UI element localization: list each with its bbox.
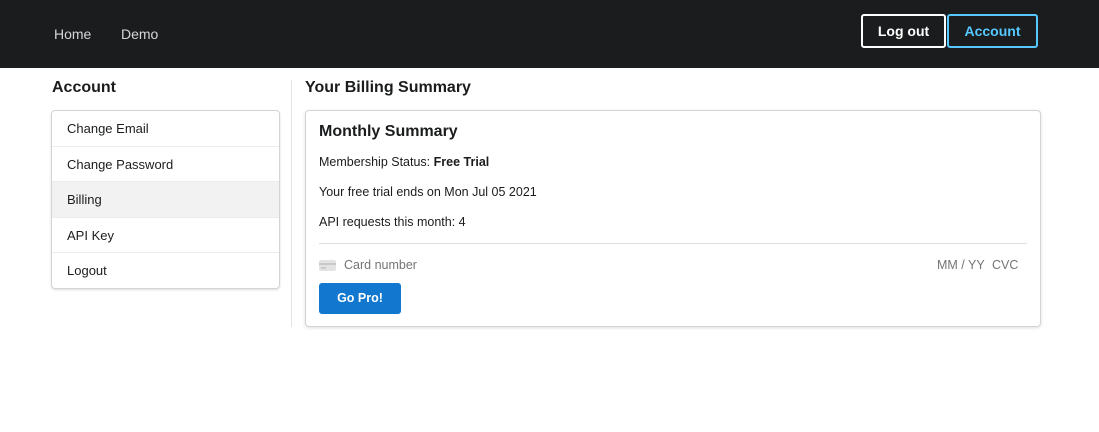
account-button[interactable]: Account bbox=[947, 14, 1038, 48]
top-navbar: Home Demo Log out Account bbox=[0, 0, 1099, 68]
card-number-input[interactable]: Card number bbox=[344, 258, 417, 272]
go-pro-button[interactable]: Go Pro! bbox=[319, 283, 401, 314]
card-payment-field[interactable]: Card number MM / YY CVC bbox=[319, 257, 1027, 275]
menu-item-change-password[interactable]: Change Password bbox=[52, 147, 279, 182]
api-requests: API requests this month: 4 bbox=[319, 215, 466, 229]
nav-demo-link[interactable]: Demo bbox=[121, 26, 158, 42]
sidebar-heading: Account bbox=[52, 79, 116, 96]
nav-home-link[interactable]: Home bbox=[54, 26, 91, 42]
membership-status-value: Free Trial bbox=[433, 155, 490, 169]
membership-status-label: Membership Status: bbox=[319, 155, 431, 169]
menu-item-change-email[interactable]: Change Email bbox=[52, 111, 279, 147]
card-cvc-input[interactable]: CVC bbox=[992, 258, 1018, 272]
logout-button[interactable]: Log out bbox=[861, 14, 946, 48]
trial-end-text: Your free trial ends on Mon Jul 05 2021 bbox=[319, 185, 537, 199]
card-expiry-input[interactable]: MM / YY bbox=[937, 258, 985, 272]
menu-item-logout[interactable]: Logout bbox=[52, 253, 279, 288]
membership-status: Membership Status: Free Trial bbox=[319, 155, 489, 169]
api-requests-value: 4 bbox=[458, 215, 466, 229]
api-requests-label: API requests this month: bbox=[319, 215, 456, 229]
page-title: Your Billing Summary bbox=[305, 79, 471, 96]
vertical-divider bbox=[291, 80, 292, 327]
credit-card-icon bbox=[319, 260, 336, 271]
account-menu: Change Email Change Password Billing API… bbox=[51, 110, 280, 289]
menu-item-api-key[interactable]: API Key bbox=[52, 218, 279, 253]
menu-item-billing[interactable]: Billing bbox=[52, 182, 279, 218]
billing-summary-card: Monthly Summary Membership Status: Free … bbox=[305, 110, 1041, 327]
card-title: Monthly Summary bbox=[319, 123, 458, 140]
card-divider bbox=[319, 243, 1027, 244]
